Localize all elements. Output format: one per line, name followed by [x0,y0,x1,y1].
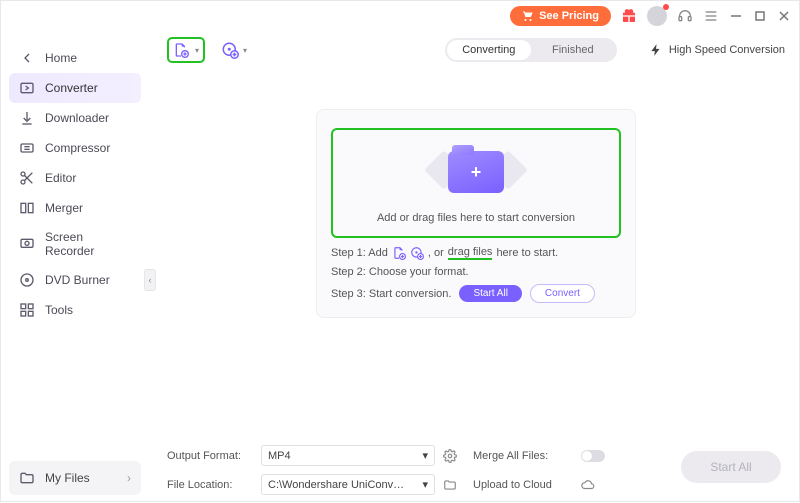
add-file-icon [392,246,406,260]
sidebar-item-converter[interactable]: Converter [9,73,141,103]
sidebar-item-label: Tools [45,303,73,317]
sidebar-collapse-button[interactable]: ‹ [144,269,156,291]
see-pricing-button[interactable]: See Pricing [510,6,611,26]
add-dvd-button[interactable]: ▾ [221,41,247,59]
sidebar-item-home[interactable]: Home [9,43,141,73]
sidebar-item-merger[interactable]: Merger [9,193,141,223]
output-format-value: MP4 [268,450,291,462]
tab-finished[interactable]: Finished [531,40,615,60]
chevron-left-icon [19,50,35,66]
folder-icon [19,470,35,486]
minimize-button[interactable] [729,9,743,23]
tab-converting[interactable]: Converting [447,40,531,60]
add-disc-icon [410,246,424,260]
scissors-icon [19,170,35,186]
sidebar-item-label: Compressor [45,141,110,155]
gear-icon[interactable] [443,449,457,463]
gift-icon[interactable] [621,8,637,24]
sidebar-item-label: Merger [45,201,83,215]
step-2: Step 2: Choose your format. [331,266,621,278]
lightning-icon [649,43,663,57]
disc-icon [19,272,35,288]
chevron-down-icon: ▾ [422,478,428,491]
sidebar-item-label: Converter [45,81,98,95]
chevron-down-icon: ▾ [422,449,428,462]
add-disc-icon [221,41,239,59]
step-3: Step 3: Start conversion. Start All Conv… [331,284,621,303]
high-speed-conversion-button[interactable]: High Speed Conversion [649,43,785,57]
sidebar-item-label: Downloader [45,111,109,125]
sidebar-item-tools[interactable]: Tools [9,295,141,325]
file-location-label: File Location: [167,479,253,491]
maximize-button[interactable] [753,9,767,23]
status-tabs: Converting Finished [445,38,617,62]
compressor-icon [19,140,35,156]
drop-area[interactable]: + Add or drag files here to start conver… [316,109,636,318]
record-icon [19,236,35,252]
sidebar-item-label: Screen Recorder [45,230,131,258]
sidebar-item-screen-recorder[interactable]: Screen Recorder [9,223,141,265]
convert-pill[interactable]: Convert [530,284,595,303]
sidebar-my-files[interactable]: My Files › [9,461,141,495]
step-1: Step 1: Add , or drag files here to star… [331,246,621,260]
chevron-down-icon: ▾ [195,46,199,55]
plus-icon: + [471,162,482,183]
grid-icon [19,302,35,318]
chevron-right-icon: › [127,471,131,485]
start-all-pill[interactable]: Start All [459,285,521,302]
sidebar-item-label: DVD Burner [45,273,110,287]
chevron-down-icon: ▾ [243,46,247,55]
add-file-icon [173,42,189,58]
my-files-label: My Files [45,471,90,485]
open-folder-icon[interactable] [443,478,457,492]
start-all-button[interactable]: Start All [681,451,781,483]
cloud-icon[interactable] [581,478,595,492]
converter-icon [19,80,35,96]
sidebar-item-downloader[interactable]: Downloader [9,103,141,133]
sidebar-item-compressor[interactable]: Compressor [9,133,141,163]
menu-icon[interactable] [703,8,719,24]
file-location-value: C:\Wondershare UniConverter 1 [268,479,408,491]
sidebar-item-label: Editor [45,171,76,185]
upload-label: Upload to Cloud [473,479,573,491]
avatar-icon[interactable] [647,6,667,26]
close-button[interactable] [777,9,791,23]
merge-toggle[interactable] [581,450,605,462]
download-icon [19,110,35,126]
add-file-button[interactable]: ▾ [167,37,205,63]
cart-icon [522,10,534,22]
sidebar-item-editor[interactable]: Editor [9,163,141,193]
drop-text: Add or drag files here to start conversi… [377,212,575,224]
folder-illustration: + [426,144,526,200]
output-format-label: Output Format: [167,450,253,462]
merge-label: Merge All Files: [473,450,573,462]
headset-icon[interactable] [677,8,693,24]
sidebar-item-dvd-burner[interactable]: DVD Burner [9,265,141,295]
sidebar-item-label: Home [45,51,77,65]
output-format-select[interactable]: MP4 ▾ [261,445,435,466]
see-pricing-label: See Pricing [539,10,599,22]
merger-icon [19,200,35,216]
file-location-select[interactable]: C:\Wondershare UniConverter 1 ▾ [261,474,435,495]
hsc-label: High Speed Conversion [669,44,785,56]
